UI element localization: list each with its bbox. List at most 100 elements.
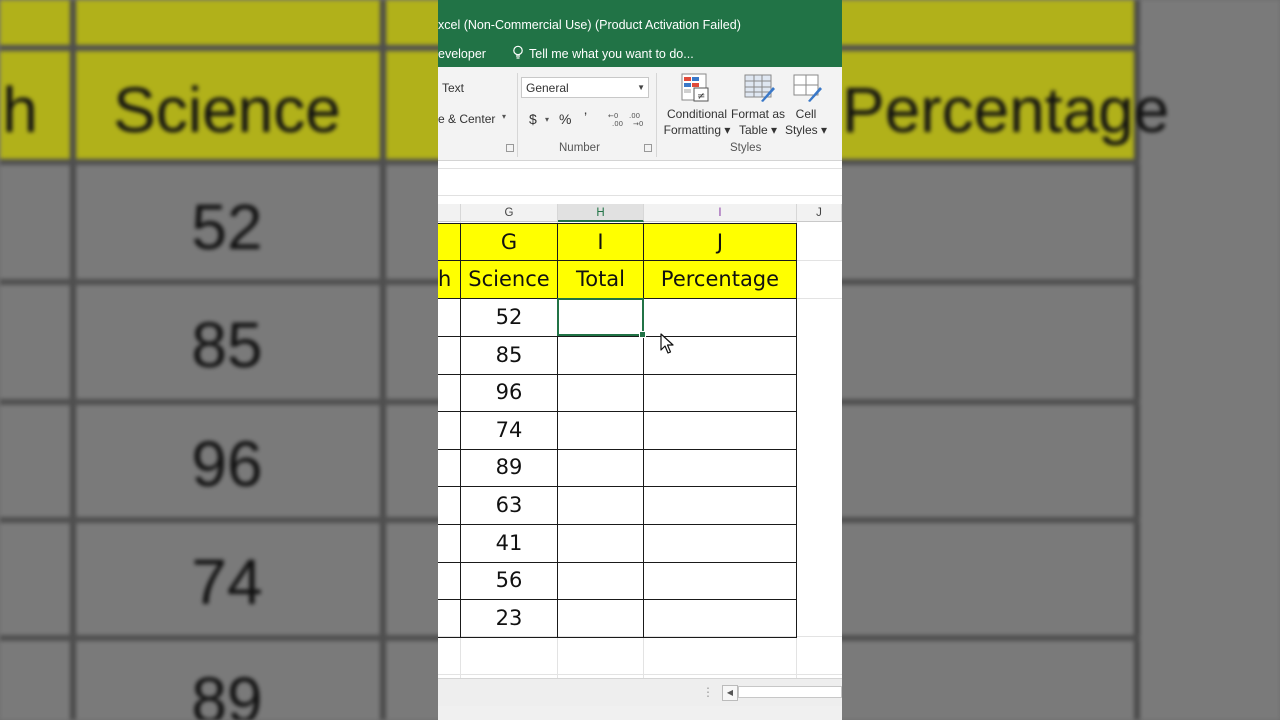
menu-bar: eveloper Tell me what you want to do... xyxy=(438,43,842,67)
format-as-table-label-1: Format as xyxy=(730,107,785,121)
format-as-table-icon[interactable] xyxy=(743,73,775,103)
cell-science[interactable]: 56 xyxy=(461,562,558,601)
alignment-launcher-icon[interactable] xyxy=(506,144,514,152)
cell-partial[interactable] xyxy=(438,299,461,337)
cell-science[interactable]: 85 xyxy=(461,336,558,375)
header-cell-j[interactable]: J xyxy=(644,223,797,261)
cell-percentage[interactable] xyxy=(644,299,797,337)
column-header-i[interactable]: I xyxy=(644,204,797,222)
bg-label: Science xyxy=(113,74,341,146)
cell-science[interactable]: 74 xyxy=(461,411,558,450)
excel-window: xcel (Non-Commercial Use) (Product Activ… xyxy=(438,0,842,720)
cell-percentage[interactable] xyxy=(644,487,797,525)
cell-percentage[interactable] xyxy=(644,524,797,563)
column-header-j[interactable]: J xyxy=(797,204,842,222)
column-header-h[interactable]: H xyxy=(558,204,644,222)
cell-total[interactable] xyxy=(558,524,644,563)
ribbon-separator xyxy=(656,73,657,157)
cell-percentage[interactable] xyxy=(644,599,797,638)
percent-button[interactable]: % xyxy=(559,111,571,127)
cell-science[interactable]: 23 xyxy=(461,599,558,638)
svg-text:.00: .00 xyxy=(612,120,623,127)
cell-percentage[interactable] xyxy=(644,562,797,601)
cell-styles-button[interactable]: Cell Styles ▾ xyxy=(783,106,829,138)
spreadsheet-grid[interactable]: G H I J G I J h Science Total Percentage… xyxy=(438,204,842,678)
header-cell-total[interactable]: Total xyxy=(558,261,644,299)
chevron-down-icon: ▼ xyxy=(637,83,645,92)
number-launcher-icon[interactable] xyxy=(644,144,652,152)
format-as-table-button[interactable]: Format as Table ▾ xyxy=(728,106,788,138)
header-cell[interactable] xyxy=(438,223,461,261)
fill-handle[interactable] xyxy=(639,331,646,338)
scroll-left-icon[interactable]: ◀ xyxy=(722,685,738,701)
svg-text:←0: ←0 xyxy=(608,112,618,120)
window-title: xcel (Non-Commercial Use) (Product Activ… xyxy=(438,18,741,32)
header-cell-i[interactable]: I xyxy=(558,223,644,261)
cell-science[interactable]: 63 xyxy=(461,487,558,525)
horizontal-scrollbar[interactable] xyxy=(738,686,842,698)
tell-me-search[interactable]: Tell me what you want to do... xyxy=(529,47,694,61)
number-group-label: Number xyxy=(559,142,600,154)
tab-developer[interactable]: eveloper xyxy=(438,47,486,61)
cell-percentage[interactable] xyxy=(644,411,797,450)
header-cell-g[interactable]: G xyxy=(461,223,558,261)
cell-partial[interactable] xyxy=(438,599,461,638)
merge-center-button[interactable]: e & Center xyxy=(438,112,495,126)
cell-science[interactable]: 89 xyxy=(461,449,558,488)
column-header-partial[interactable] xyxy=(438,204,461,222)
grid-line xyxy=(438,674,842,675)
cell-science[interactable]: 41 xyxy=(461,524,558,563)
cell-styles-label-1: Cell xyxy=(795,107,817,121)
formula-bar[interactable] xyxy=(438,168,842,196)
ribbon-separator xyxy=(517,73,518,157)
format-as-table-label-2: Table ▾ xyxy=(738,123,778,137)
cell-partial[interactable] xyxy=(438,524,461,563)
cell-partial[interactable] xyxy=(438,562,461,601)
bg-value: 74 xyxy=(191,546,263,618)
conditional-formatting-button[interactable]: Conditional Formatting ▾ xyxy=(661,106,733,138)
horizontal-scroll-area: ⋮ ◀ xyxy=(438,678,842,707)
conditional-formatting-icon[interactable]: ≠ xyxy=(680,73,712,103)
active-cell-selection[interactable] xyxy=(557,298,646,338)
bg-value: 89 xyxy=(191,664,263,720)
cell-science[interactable]: 96 xyxy=(461,374,558,413)
comma-style-button[interactable]: ’ xyxy=(584,109,587,125)
wrap-text-button[interactable]: Text xyxy=(442,81,464,95)
bg-label: Percentage xyxy=(842,74,1170,146)
decrease-decimal-icon[interactable]: .00 →0 xyxy=(629,111,647,128)
cell-styles-label-2: Styles ▾ xyxy=(784,123,828,137)
header-cell-percentage[interactable]: Percentage xyxy=(644,261,797,299)
cell-partial[interactable] xyxy=(438,449,461,488)
number-format-select[interactable]: General ▼ xyxy=(521,77,649,98)
status-bar xyxy=(438,706,842,720)
conditional-formatting-label-1: Conditional xyxy=(666,107,728,121)
cell-percentage[interactable] xyxy=(644,374,797,413)
cell-percentage[interactable] xyxy=(644,449,797,488)
bg-gridline xyxy=(70,0,76,720)
cell-total[interactable] xyxy=(558,562,644,601)
bg-value: 96 xyxy=(191,428,263,500)
cell-total[interactable] xyxy=(558,411,644,450)
cell-partial[interactable] xyxy=(438,336,461,375)
cell-total[interactable] xyxy=(558,374,644,413)
currency-button[interactable]: $ xyxy=(529,111,537,127)
cell-science[interactable]: 52 xyxy=(461,299,558,337)
column-header-g[interactable]: G xyxy=(461,204,558,222)
number-format-value: General xyxy=(526,81,569,95)
header-cell-partial[interactable]: h xyxy=(438,261,461,299)
cell-total[interactable] xyxy=(558,449,644,488)
cell-partial[interactable] xyxy=(438,487,461,525)
cell-total[interactable] xyxy=(558,487,644,525)
cell-total[interactable] xyxy=(558,599,644,638)
sheet-tab-splitter[interactable]: ⋮ xyxy=(702,685,714,699)
cell-partial[interactable] xyxy=(438,374,461,413)
cell-styles-icon[interactable] xyxy=(792,73,824,103)
cell-total[interactable] xyxy=(558,336,644,375)
currency-dropdown-icon[interactable]: ▾ xyxy=(545,115,549,124)
increase-decimal-icon[interactable]: ←0.00 xyxy=(608,111,626,128)
header-cell-science[interactable]: Science xyxy=(461,261,558,299)
bg-gridline xyxy=(380,0,386,720)
styles-group-label: Styles xyxy=(730,142,762,154)
merge-dropdown-icon[interactable]: ▾ xyxy=(502,112,506,121)
cell-partial[interactable] xyxy=(438,411,461,450)
